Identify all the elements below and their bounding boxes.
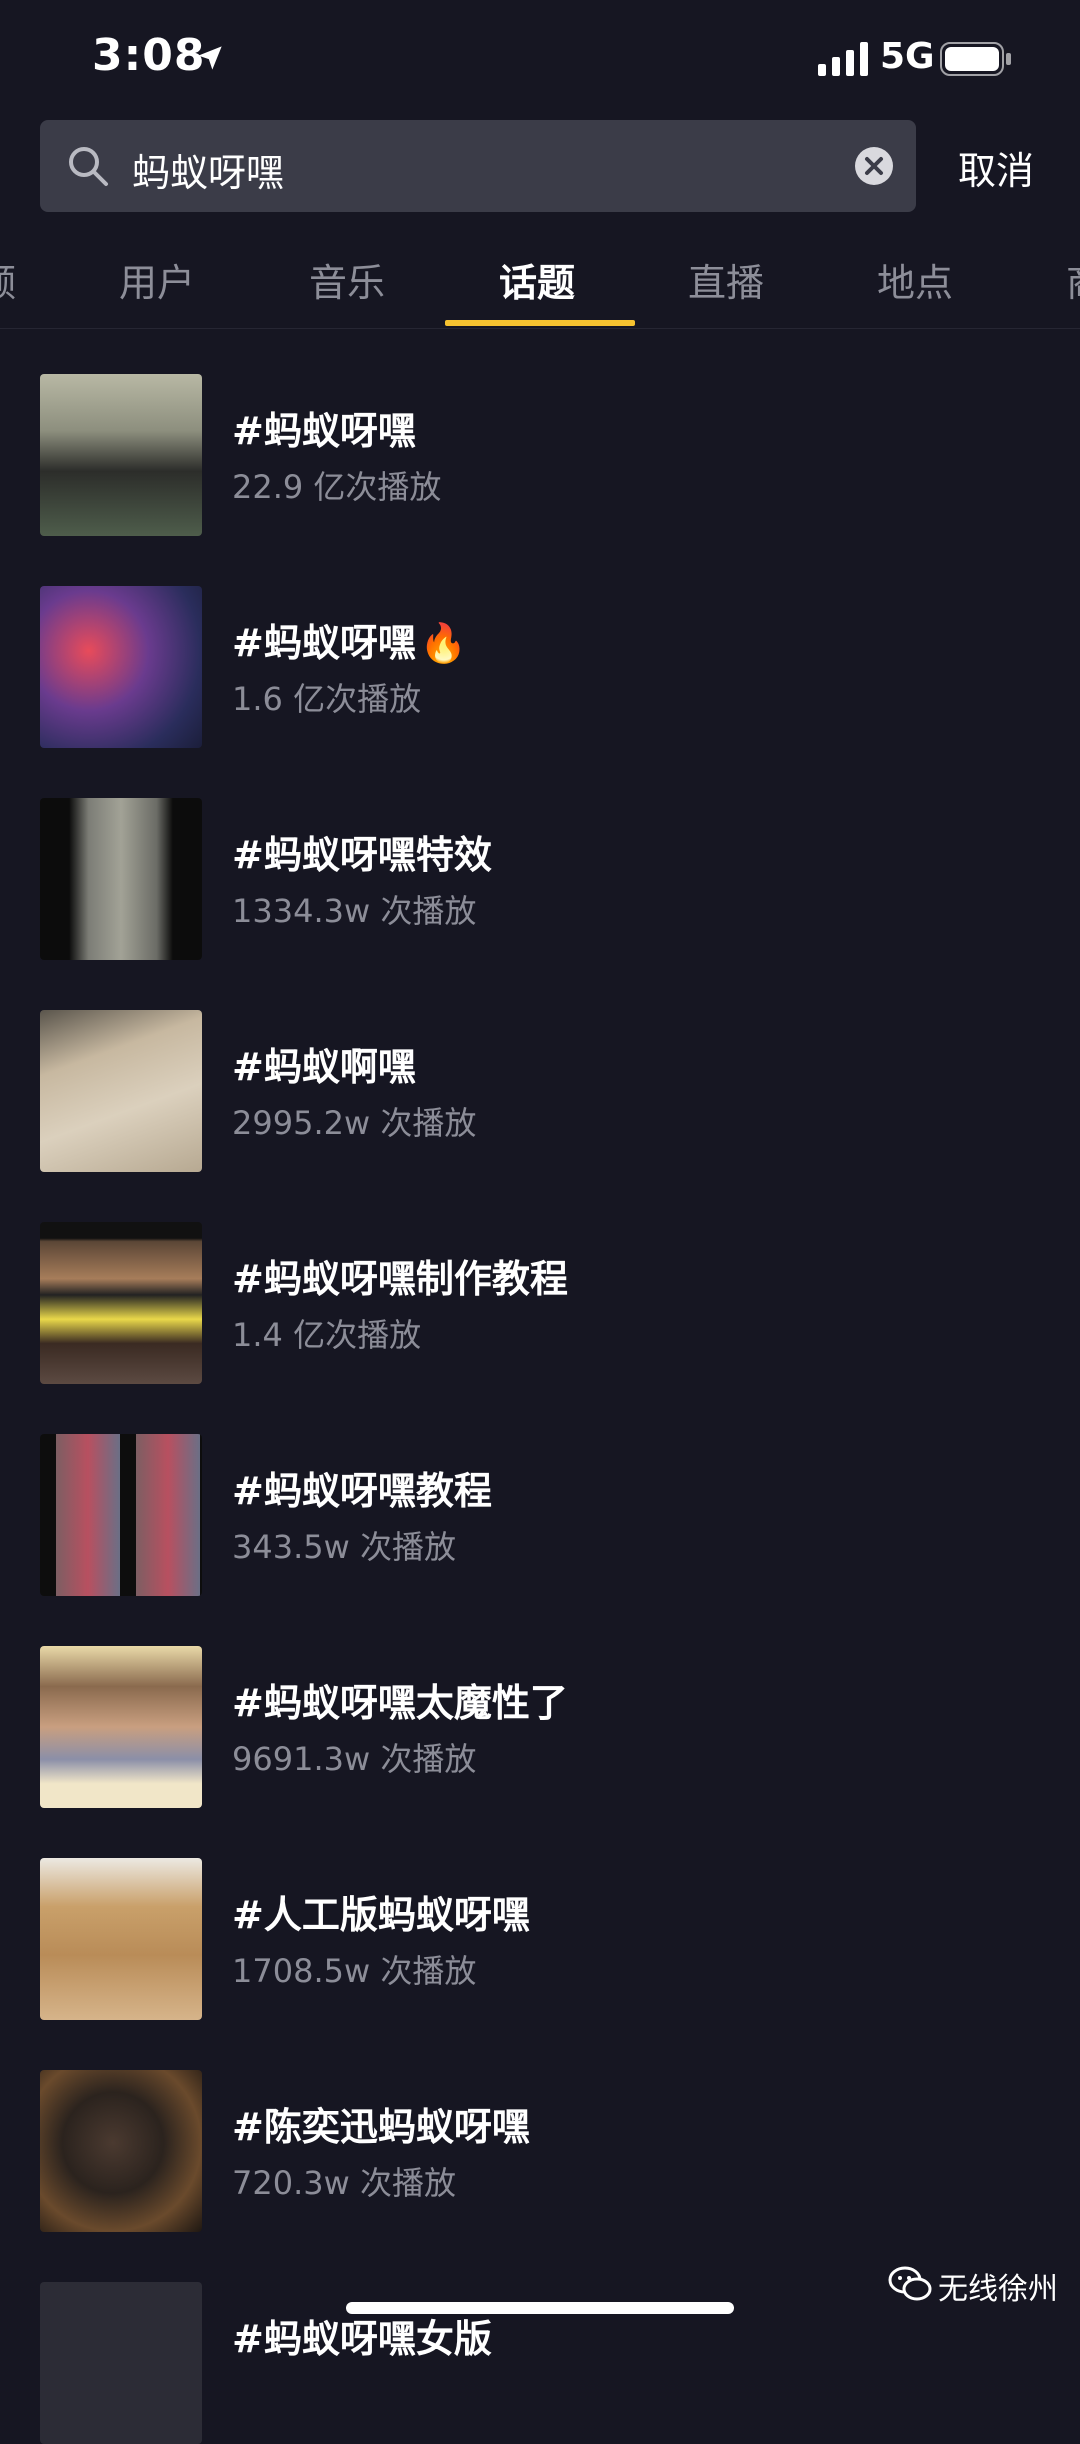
- topic-title: #蚂蚁呀嘿教程: [232, 1469, 492, 1513]
- tab-users[interactable]: 用户: [119, 252, 195, 307]
- topic-thumbnail: [40, 2070, 202, 2232]
- topic-title: #蚂蚁呀嘿制作教程: [232, 1257, 568, 1301]
- watermark-text: 无线徐州: [938, 2272, 1058, 2307]
- topic-play-count: 22.9 亿次播放: [232, 468, 442, 506]
- topic-play-count: 1.6 亿次播放: [232, 680, 422, 718]
- list-item[interactable]: #蚂蚁呀嘿太魔性了 9691.3w 次播放: [0, 1642, 1080, 1808]
- topic-thumbnail: [40, 1858, 202, 2020]
- tab-topics[interactable]: 话题: [499, 252, 575, 307]
- topic-play-count: 1334.3w 次播放: [232, 892, 477, 930]
- search-category-tabs: 频 用户 音乐 话题 直播 地点 商: [0, 228, 1080, 329]
- topic-play-count: 9691.3w 次播放: [232, 1740, 477, 1778]
- topic-title: #陈奕迅蚂蚁呀嘿: [232, 2105, 530, 2149]
- topic-play-count: 2995.2w 次播放: [232, 1104, 477, 1142]
- fire-icon: 🔥: [419, 621, 468, 665]
- topic-title: #蚂蚁呀嘿 🔥: [232, 621, 468, 665]
- topic-thumbnail: [40, 374, 202, 536]
- cancel-button[interactable]: 取消: [958, 140, 1034, 195]
- list-item[interactable]: #蚂蚁呀嘿 🔥 1.6 亿次播放: [0, 582, 1080, 748]
- topic-play-count: 1.4 亿次播放: [232, 1316, 422, 1354]
- topic-title: #蚂蚁呀嘿太魔性了: [232, 1681, 568, 1725]
- topic-play-count: 1708.5w 次播放: [232, 1952, 477, 1990]
- topic-title: #蚂蚁呀嘿特效: [232, 833, 492, 877]
- active-tab-indicator: [445, 320, 635, 326]
- search-query: 蚂蚁呀嘿: [132, 151, 285, 195]
- tab-places[interactable]: 地点: [877, 252, 953, 307]
- tab-live[interactable]: 直播: [688, 252, 764, 307]
- topic-title: #蚂蚁啊嘿: [232, 1045, 416, 1089]
- network-type: 5G: [880, 36, 935, 77]
- search-input[interactable]: 蚂蚁呀嘿: [40, 120, 916, 212]
- topic-title: #蚂蚁呀嘿: [232, 409, 416, 453]
- topic-thumbnail: [40, 1222, 202, 1384]
- topic-title: #蚂蚁呀嘿女版: [232, 2317, 492, 2361]
- status-bar: 3:08 5G: [0, 0, 1080, 120]
- list-item[interactable]: #蚂蚁呀嘿 22.9 亿次播放: [0, 370, 1080, 536]
- list-item[interactable]: #蚂蚁呀嘿教程 343.5w 次播放: [0, 1430, 1080, 1596]
- tab-shop[interactable]: 商: [1066, 252, 1080, 307]
- topic-thumbnail: [40, 1010, 202, 1172]
- topic-thumbnail: [40, 586, 202, 748]
- topic-thumbnail: [40, 1434, 202, 1596]
- topic-title: #人工版蚂蚁呀嘿: [232, 1893, 530, 1937]
- status-time: 3:08: [92, 30, 206, 81]
- list-item[interactable]: #陈奕迅蚂蚁呀嘿 720.3w 次播放: [0, 2066, 1080, 2232]
- topic-play-count: 720.3w 次播放: [232, 2164, 456, 2202]
- list-item[interactable]: #人工版蚂蚁呀嘿 1708.5w 次播放: [0, 1854, 1080, 2020]
- list-item[interactable]: #蚂蚁呀嘿制作教程 1.4 亿次播放: [0, 1218, 1080, 1384]
- topic-thumbnail: [40, 2282, 202, 2444]
- battery-icon: [940, 42, 1011, 76]
- list-item[interactable]: #蚂蚁啊嘿 2995.2w 次播放: [0, 1006, 1080, 1172]
- topic-thumbnail: [40, 798, 202, 960]
- topic-thumbnail: [40, 1646, 202, 1808]
- list-item[interactable]: #蚂蚁呀嘿特效 1334.3w 次播放: [0, 794, 1080, 960]
- cellular-signal-icon: [818, 42, 868, 76]
- topic-play-count: 343.5w 次播放: [232, 1528, 456, 1566]
- location-arrow-icon: [198, 46, 222, 70]
- tab-music[interactable]: 音乐: [309, 252, 385, 307]
- clear-search-icon[interactable]: [854, 146, 894, 186]
- search-icon: [69, 147, 108, 186]
- tab-video[interactable]: 频: [0, 252, 16, 307]
- wechat-icon: [888, 2266, 932, 2301]
- home-indicator[interactable]: [346, 2302, 734, 2314]
